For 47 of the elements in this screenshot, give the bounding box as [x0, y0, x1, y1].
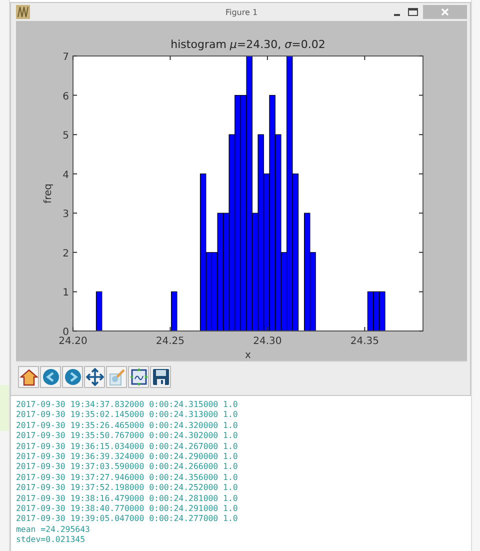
axis-label: x — [245, 350, 251, 361]
subplots-button[interactable] — [128, 366, 149, 388]
console-line: 2017-09-30 19:37:03.590000 0:00:24.266000 1.0 — [16, 461, 239, 472]
forward-icon — [64, 368, 82, 386]
axis-label: freq — [43, 184, 54, 204]
tick-label: 6 — [62, 91, 69, 102]
tick-label: 4 — [62, 170, 69, 181]
histogram-bar — [96, 291, 102, 332]
app-icon — [16, 5, 30, 19]
console-line: mean =24.295643 — [16, 524, 91, 534]
tick-label: 24.25 — [156, 336, 185, 347]
tick-label: 5 — [62, 130, 69, 142]
tick-label: 2 — [62, 248, 69, 260]
save-button[interactable] — [150, 366, 171, 388]
tick-label: 0 — [62, 327, 69, 338]
back-icon — [42, 368, 60, 386]
tick-label: 3 — [62, 209, 69, 220]
tick-label: 24.20 — [58, 336, 88, 347]
home-icon — [20, 368, 38, 386]
console-line: 2017-09-30 19:38:16.479000 0:00:24.281000 1.0 — [16, 492, 239, 504]
maximize-icon[interactable] — [407, 6, 419, 18]
chart-title: histogram μ=24.30, σ=0.02 — [170, 39, 326, 50]
console-line: 2017-09-30 19:37:52.198000 0:00:24.252000 1.0 — [16, 482, 239, 493]
console-line: 2017-09-30 19:38:40.770000 0:00:24.291000 1.0 — [16, 503, 239, 514]
save-icon — [152, 368, 170, 386]
window-title: Figure 1 — [225, 8, 258, 16]
forward-button[interactable] — [62, 366, 83, 388]
edit-icon — [108, 368, 126, 386]
console-line: 2017-09-30 19:35:26.465000 0:00:24.320000 1.0 — [16, 420, 239, 430]
console-line: 2017-09-30 19:35:02.145000 0:00:24.313000 1.0 — [16, 409, 239, 420]
home-button[interactable] — [18, 366, 39, 388]
tick-label: 24.30 — [253, 336, 282, 347]
tick-label: 7 — [62, 52, 69, 63]
subplots-icon — [130, 368, 148, 386]
console-line: 2017-09-30 19:34:37.832000 0:00:24.315000 1.0 — [16, 399, 239, 410]
histogram-bar — [170, 291, 178, 332]
console-line: 2017-09-30 19:39:05.047000 0:00:24.277000 1.0 — [16, 513, 239, 524]
tick-label: 24.35 — [350, 336, 379, 347]
console-line: stdev=0.021345 — [16, 534, 86, 545]
tick-label: 1 — [62, 288, 69, 299]
console-line: 2017-09-30 19:36:39.324000 0:00:24.290000 1.0 — [16, 451, 239, 462]
console-line: 2017-09-30 19:36:15.034000 0:00:24.267000 1.0 — [16, 440, 239, 452]
pan-button[interactable] — [84, 366, 105, 388]
console-line: 2017-09-30 19:37:27.946000 0:00:24.356000 1.0 — [16, 472, 239, 482]
back-button[interactable] — [40, 366, 61, 388]
console-line: 2017-09-30 19:35:50.767000 0:00:24.302000 1.0 — [16, 430, 239, 441]
move-icon — [86, 368, 104, 386]
